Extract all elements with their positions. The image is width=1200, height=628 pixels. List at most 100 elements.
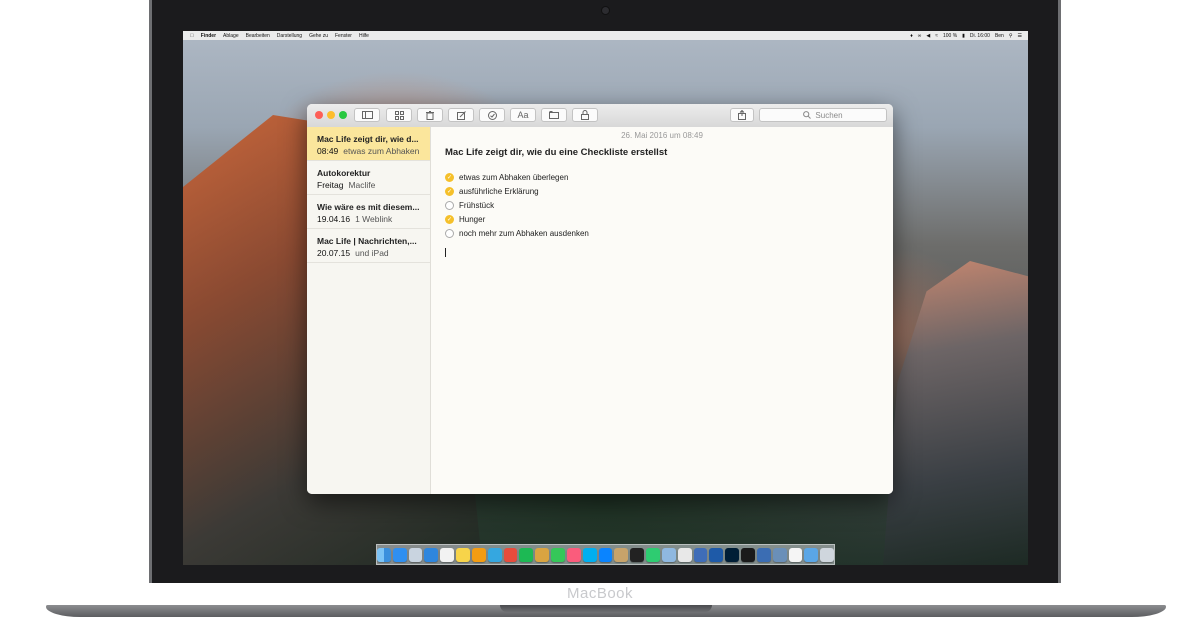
photoshop-icon[interactable] — [725, 547, 740, 562]
calendar-icon[interactable] — [440, 547, 455, 562]
menu-bearbeiten[interactable]: Bearbeiten — [246, 33, 270, 39]
checklist: ✓ etwas zum Abhaken überlegen ✓ ausführl… — [445, 170, 589, 241]
menu-hilfe[interactable]: Hilfe — [359, 33, 369, 39]
checklist-item[interactable]: ✓ ausführliche Erklärung — [445, 184, 589, 198]
screen:  Finder Ablage Bearbeiten Darstellung G… — [183, 31, 1028, 565]
note-heading[interactable]: Mac Life zeigt dir, wie du eine Checklis… — [445, 147, 667, 158]
notes-icon[interactable] — [456, 547, 470, 562]
photos-icon[interactable] — [677, 547, 692, 562]
minimize-button[interactable] — [327, 111, 335, 119]
sidebar-icon — [361, 111, 373, 119]
chrome-icon[interactable] — [503, 547, 518, 562]
wallpaper-mountain-right — [883, 261, 1028, 565]
notes-window: Aa Suchen Mac Life zeigt dir, wie d... 0… — [307, 104, 893, 494]
checklist-item-text[interactable]: Hunger — [459, 215, 485, 224]
wifi-icon[interactable]: ≈ — [935, 33, 938, 39]
delete-button[interactable] — [417, 108, 443, 122]
checkbox-checked[interactable]: ✓ — [445, 186, 454, 196]
search-input[interactable]: Suchen — [759, 108, 887, 122]
note-title: Mac Life | Nachrichten,... — [317, 236, 417, 246]
note-title: Mac Life zeigt dir, wie d... — [317, 134, 419, 144]
spotify-icon[interactable] — [519, 547, 534, 562]
checklist-item[interactable]: ✓ etwas zum Abhaken überlegen — [445, 170, 589, 184]
share-button[interactable] — [730, 108, 754, 122]
clock[interactable]: Di. 16:00 — [970, 33, 990, 39]
new-note-button[interactable] — [448, 108, 474, 122]
itunes-icon[interactable] — [566, 547, 581, 562]
vectorize-icon[interactable] — [693, 547, 708, 562]
window-icon — [549, 111, 559, 119]
menu-bar:  Finder Ablage Bearbeiten Darstellung G… — [183, 31, 1028, 40]
spotlight-icon[interactable]: ⚲ — [1009, 33, 1013, 39]
app-icon[interactable] — [709, 547, 724, 562]
preview-icon[interactable] — [408, 547, 423, 562]
checklist-item-text[interactable]: etwas zum Abhaken überlegen — [459, 173, 568, 182]
checklist-item[interactable]: ✓ Hunger — [445, 213, 589, 227]
network-icon[interactable] — [756, 547, 771, 562]
user-name[interactable]: Ben — [995, 33, 1004, 39]
photo-browser-button[interactable] — [541, 108, 567, 122]
lock-button[interactable] — [572, 108, 598, 122]
appstore-icon[interactable] — [392, 547, 407, 562]
ibooks-icon[interactable] — [535, 547, 550, 562]
attachments-button[interactable] — [386, 108, 412, 122]
checklist-button[interactable] — [479, 108, 505, 122]
menu-darstellung[interactable]: Darstellung — [277, 33, 302, 39]
checklist-item-text[interactable]: ausführliche Erklärung — [459, 187, 539, 196]
dock — [376, 544, 835, 565]
note-title: Autokorektur — [317, 168, 371, 178]
battery-label[interactable]: 100 % — [943, 33, 957, 39]
checkbox-unchecked[interactable] — [445, 200, 454, 210]
shazam-icon[interactable] — [598, 547, 613, 562]
trash-icon — [426, 110, 434, 120]
dropbox-icon[interactable]: ♦ — [910, 33, 913, 39]
volume-icon[interactable]: ◀ — [926, 33, 930, 39]
textedit-icon[interactable] — [788, 547, 803, 562]
safari-icon[interactable] — [424, 547, 439, 562]
pages-icon[interactable] — [471, 547, 486, 562]
telegram-icon[interactable] — [487, 547, 502, 562]
checklist-item-text[interactable]: noch mehr zum Abhaken ausdenken — [459, 229, 589, 238]
toggle-sidebar-button[interactable] — [354, 108, 380, 122]
screenshot-icon[interactable] — [772, 547, 787, 562]
menu-ablage[interactable]: Ablage — [223, 33, 239, 39]
note-date: 08:49 — [317, 146, 339, 156]
stocks-icon[interactable] — [630, 547, 645, 562]
apple-menu-icon[interactable]:  — [190, 33, 194, 39]
note-timestamp: 26. Mai 2016 um 08:49 — [621, 131, 703, 140]
numbers-icon[interactable] — [646, 547, 660, 562]
checkbox-checked[interactable]: ✓ — [445, 172, 454, 182]
zoom-button[interactable] — [339, 111, 347, 119]
messages-icon[interactable] — [551, 547, 565, 562]
note-date: Freitag — [317, 180, 344, 190]
format-button[interactable]: Aa — [510, 108, 536, 122]
note-list-item[interactable]: Mac Life | Nachrichten,... 20.07.15 und i… — [307, 229, 430, 263]
finder-icon[interactable] — [377, 547, 391, 562]
note-editor[interactable]: 26. Mai 2016 um 08:49 Mac Life zeigt dir… — [431, 127, 893, 494]
sonos-icon[interactable] — [741, 547, 755, 562]
menu-finder[interactable]: Finder — [201, 33, 216, 39]
menu-gehe-zu[interactable]: Gehe zu — [309, 33, 328, 39]
menu-fenster[interactable]: Fenster — [335, 33, 352, 39]
trash-icon[interactable] — [820, 547, 835, 562]
note-title: Wie wäre es mit diesem... — [317, 202, 420, 212]
bluetooth-icon[interactable]: ∞ — [918, 33, 922, 39]
checklist-item[interactable]: noch mehr zum Abhaken ausdenken — [445, 227, 589, 241]
skype-icon[interactable] — [582, 547, 597, 562]
note-snippet: etwas zum Abhaken... — [343, 146, 420, 156]
battery-icon[interactable]: ▮ — [962, 33, 965, 39]
checkbox-checked[interactable]: ✓ — [445, 215, 454, 225]
checkbox-unchecked[interactable] — [445, 229, 454, 239]
scrivener-icon[interactable] — [614, 547, 629, 562]
preview2-icon[interactable] — [661, 547, 676, 562]
checklist-item[interactable]: Frühstück — [445, 198, 589, 212]
note-list-item[interactable]: Mac Life zeigt dir, wie d... 08:49 etwas … — [307, 127, 430, 161]
note-list-item[interactable]: Autokorektur Freitag Maclife — [307, 161, 430, 195]
folder-icon[interactable] — [804, 547, 819, 562]
text-cursor — [445, 248, 446, 257]
note-list-item[interactable]: Wie wäre es mit diesem... 19.04.16 1 Webl… — [307, 195, 430, 229]
notification-center-icon[interactable]: ☰ — [1018, 33, 1022, 39]
compose-icon — [456, 110, 466, 120]
checklist-item-text[interactable]: Frühstück — [459, 201, 494, 210]
close-button[interactable] — [315, 111, 323, 119]
